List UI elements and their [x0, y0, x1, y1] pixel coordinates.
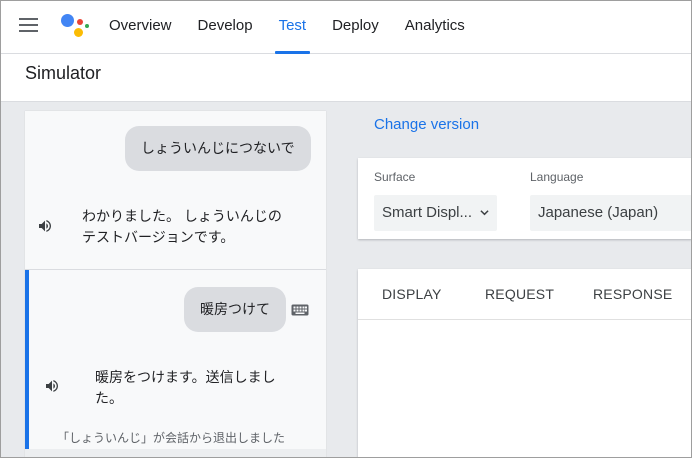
google-assistant-logo [60, 13, 90, 39]
language-label: Language [530, 170, 584, 184]
language-value: Japanese (Japan) [538, 204, 659, 221]
surface-label: Surface [374, 170, 416, 184]
top-app-bar: Overview Develop Test Deploy Analytics [0, 0, 692, 54]
result-panel: DISPLAY REQUEST RESPONSE [358, 269, 692, 458]
tab-response[interactable]: RESPONSE [593, 269, 672, 319]
primary-nav: Overview Develop Test Deploy Analytics [96, 0, 478, 54]
language-select[interactable]: Japanese (Japan) [530, 195, 692, 231]
tab-deploy[interactable]: Deploy [319, 0, 392, 54]
assistant-reply-line-1: 暖房をつけます。送信しまし [95, 369, 276, 385]
assistant-reply-line-2: た。 [95, 390, 123, 406]
turn-divider [25, 269, 326, 270]
result-tabs: DISPLAY REQUEST RESPONSE [358, 269, 692, 320]
chat-panel: しょういんじにつないで わかりました。 しょういんじの テストバージョンです。 … [25, 111, 326, 458]
change-version-link[interactable]: Change version [374, 116, 479, 133]
tab-analytics[interactable]: Analytics [392, 0, 478, 54]
user-message-bubble[interactable]: 暖房つけて [184, 287, 286, 332]
keyboard-icon [291, 304, 309, 316]
assistant-reply-line-1: わかりました。 しょういんじの [82, 208, 282, 224]
speaker-icon[interactable] [37, 218, 53, 234]
menu-icon[interactable] [19, 18, 38, 32]
chevron-down-icon [480, 210, 489, 216]
chat-input-edge [25, 449, 326, 458]
page-title: Simulator [25, 63, 102, 83]
tab-overview[interactable]: Overview [96, 0, 185, 54]
tab-develop[interactable]: Develop [185, 0, 266, 54]
speaker-icon[interactable] [44, 378, 60, 394]
user-message-bubble[interactable]: しょういんじにつないで [125, 126, 311, 171]
tab-request[interactable]: REQUEST [485, 269, 554, 319]
tab-display[interactable]: DISPLAY [382, 269, 442, 319]
surface-select[interactable]: Smart Displ... [374, 195, 497, 231]
simulator-settings-card: Surface Smart Displ... Language Japanese… [358, 158, 692, 239]
tab-test[interactable]: Test [266, 0, 320, 54]
selected-turn-indicator [25, 270, 29, 458]
assistant-reply-line-2: テストバージョンです。 [82, 229, 235, 245]
conversation-exit-note: 「しょういんじ」が会話から退出しました [57, 431, 286, 445]
surface-value: Smart Displ... [382, 204, 473, 221]
